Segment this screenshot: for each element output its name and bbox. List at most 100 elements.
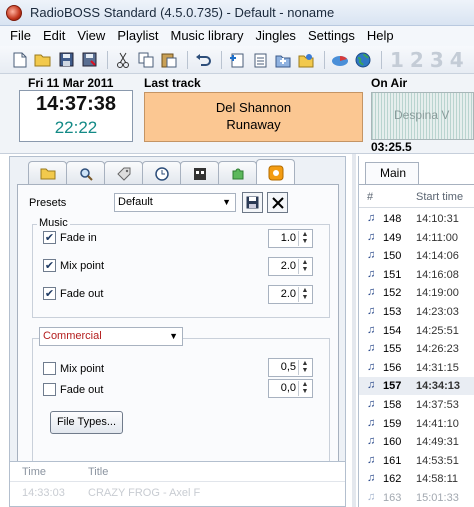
playlist-row[interactable]: ♫ 152 14:19:00 [359,284,474,302]
playlist-row[interactable]: ♫ 162 14:58:11 [359,470,474,488]
playlist-row[interactable]: ♫ 153 14:23:03 [359,303,474,321]
secondary-time: 22:22 [54,118,98,137]
commercial-fade-out-checkbox[interactable] [43,383,56,396]
playlist-row[interactable]: ♫ 154 14:25:51 [359,322,474,340]
on-air-waveform[interactable]: Despina V [371,92,474,140]
menu-playlist[interactable]: Playlist [111,26,164,46]
undo-icon[interactable] [193,50,213,70]
menu-music-library[interactable]: Music library [165,26,250,46]
fade-out-checkbox[interactable]: ✔ [43,287,56,300]
toolbar-separator [324,50,325,69]
fade-out-spinner[interactable]: 2.0 ▲ ▼ [268,285,313,304]
playlist-row-number: 157 [383,380,402,393]
playlist-row[interactable]: ♫ 148 14:10:31 [359,210,474,228]
mix-point-label: Mix point [60,259,105,272]
fade-in-checkbox[interactable]: ✔ [43,231,56,244]
playlist-row[interactable]: ♫ 159 14:41:10 [359,415,474,433]
delete-preset-button[interactable] [267,192,288,213]
playlist-row[interactable]: ♫ 158 14:37:53 [359,396,474,414]
playlist-header: # Start time [359,186,474,208]
commercial-fade-out-row: Fade out [43,383,103,396]
spinner-arrows-icon[interactable]: ▲ ▼ [298,360,311,375]
playlist-col-number[interactable]: # [367,191,373,203]
playlist-row[interactable]: ♫ 163 15:01:33 [359,489,474,507]
playlist-tab-main[interactable]: Main [365,162,419,184]
playlist-row[interactable]: ♫ 161 14:53:51 [359,452,474,470]
schedule-tab-icon[interactable] [180,161,219,185]
menu-settings[interactable]: Settings [302,26,361,46]
date-label: Fri 11 Mar 2011 [28,76,114,90]
menu-bar: File Edit View Playlist Music library Ji… [0,26,474,46]
history-col-title[interactable]: Title [88,466,108,478]
insert-track-icon[interactable] [250,50,270,70]
save-preset-button[interactable] [242,192,263,213]
add-folder-icon[interactable] [273,50,293,70]
history-row-title: CRAZY FROG - Axel F [88,487,201,499]
category-dropdown[interactable]: Commercial ▼ [39,327,183,346]
radioboss-app-icon [6,4,22,21]
player-3-button[interactable]: 3 [430,48,444,72]
save-icon[interactable] [56,50,76,70]
clock-panel: 14:37:38 22:22 [19,90,133,142]
settings-tabs [28,159,295,185]
fade-in-value: 1.0 [280,232,296,244]
tag-tab-icon[interactable] [104,161,143,185]
commercial-mix-point-checkbox[interactable] [43,362,56,375]
mix-point-spinner[interactable]: 2.0 ▲ ▼ [268,257,313,276]
commercial-mix-point-spinner[interactable]: 0,5 ▲ ▼ [268,358,313,377]
playlist-row[interactable]: ♫ 150 14:14:06 [359,247,474,265]
panel-splitter[interactable] [352,154,356,507]
open-folder-icon[interactable] [33,50,53,70]
save-as-icon[interactable] [79,50,99,70]
globe-icon[interactable] [353,50,373,70]
search-tab-icon[interactable] [66,161,105,185]
menu-jingles[interactable]: Jingles [249,26,301,46]
settings-tab-icon[interactable] [256,159,295,185]
playlist-col-start-time[interactable]: Start time [416,191,463,203]
playlist-row-number: 151 [383,268,402,281]
menu-file[interactable]: File [0,26,37,46]
music-note-icon: ♫ [367,379,376,392]
playlist-row[interactable]: ♫ 157 14:34:13 [359,377,474,396]
presets-dropdown[interactable]: Default ▼ [114,193,236,212]
commercial-mix-point-value: 0,5 [280,361,296,373]
spinner-arrows-icon[interactable]: ▲ ▼ [298,231,311,246]
spinner-arrows-icon[interactable]: ▲ ▼ [298,259,311,274]
commercial-fade-out-spinner[interactable]: 0,0 ▲ ▼ [268,379,313,398]
history-row[interactable]: 14:33:03 CRAZY FROG - Axel F [10,482,345,504]
new-document-icon[interactable] [10,50,30,70]
folder-tab-icon[interactable] [28,161,67,185]
history-col-time[interactable]: Time [22,466,46,478]
statistics-icon[interactable] [330,50,350,70]
menu-view[interactable]: View [71,26,111,46]
music-note-icon: ♫ [367,249,376,262]
add-special-icon[interactable] [296,50,316,70]
player-4-button[interactable]: 4 [450,48,464,72]
copy-icon[interactable] [136,50,156,70]
spinner-arrows-icon[interactable]: ▲ ▼ [298,287,311,302]
file-types-button[interactable]: File Types... [50,411,123,434]
player-1-button[interactable]: 1 [390,48,404,72]
playlist-row[interactable]: ♫ 149 14:11:00 [359,229,474,247]
playlist-row[interactable]: ♫ 151 14:16:08 [359,266,474,284]
clock-tab-icon[interactable] [142,161,181,185]
music-note-icon: ♫ [367,342,376,355]
playlist-row-number: 152 [383,287,402,300]
playlist-row[interactable]: ♫ 160 14:49:31 [359,433,474,451]
fade-in-spinner[interactable]: 1.0 ▲ ▼ [268,229,313,248]
paste-icon[interactable] [159,50,179,70]
playlist-row-start-time: 14:41:10 [416,417,459,430]
add-track-icon[interactable] [227,50,247,70]
toolbar: 1 2 3 4 [0,46,474,74]
playlist-row[interactable]: ♫ 155 14:26:23 [359,340,474,358]
playlist-row[interactable]: ♫ 156 14:31:15 [359,359,474,377]
fade-out-label: Fade out [60,287,104,300]
commercial-mix-point-label: Mix point [60,362,105,375]
spinner-arrows-icon[interactable]: ▲ ▼ [298,381,311,396]
menu-edit[interactable]: Edit [37,26,71,46]
player-2-button[interactable]: 2 [410,48,424,72]
mix-point-checkbox[interactable]: ✔ [43,259,56,272]
cut-icon[interactable] [113,50,133,70]
puzzle-tab-icon[interactable] [218,161,257,185]
menu-help[interactable]: Help [361,26,400,46]
